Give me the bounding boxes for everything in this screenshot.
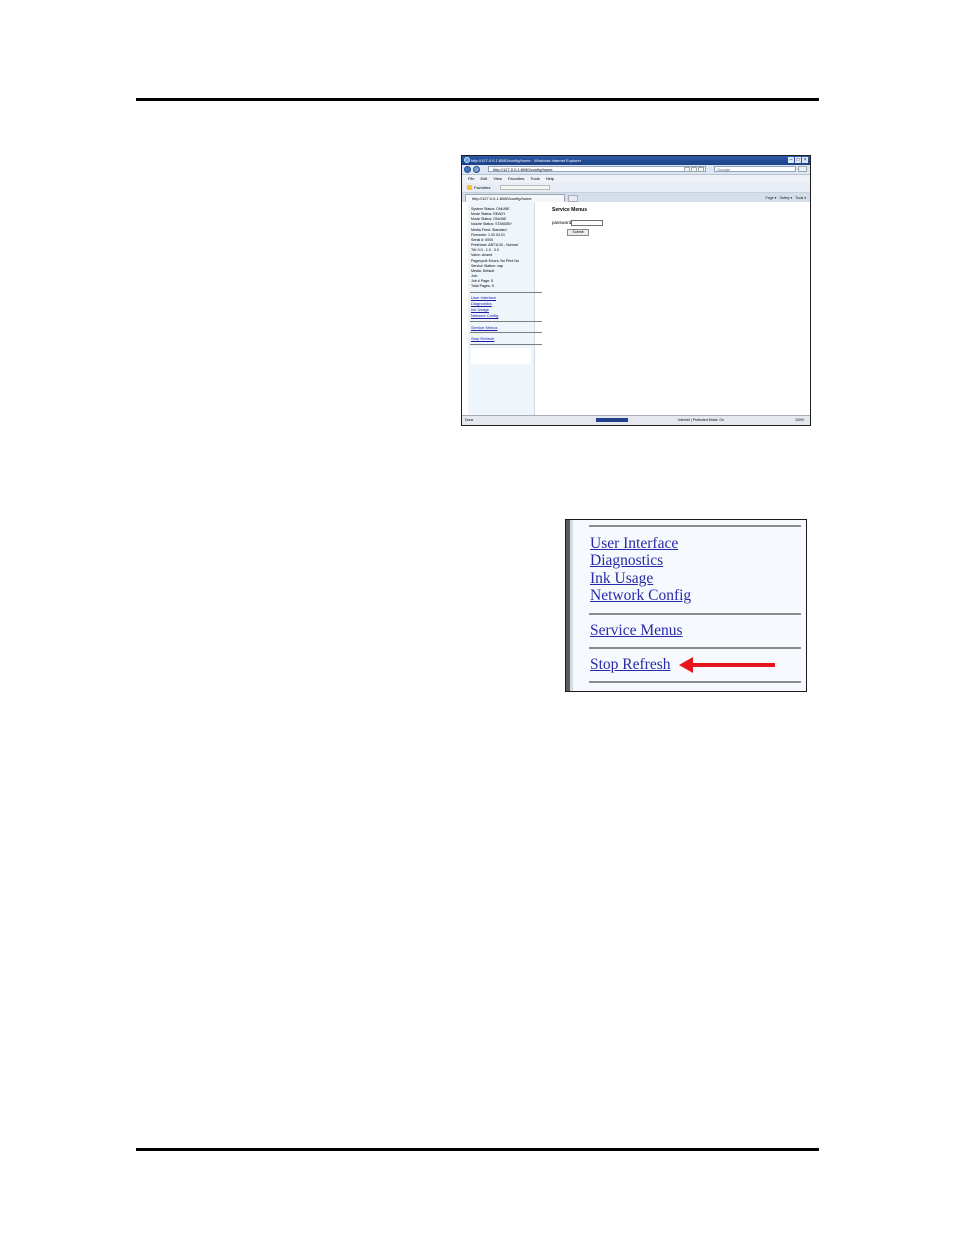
command-safety[interactable]: Safety ▾ (779, 195, 792, 201)
menu-bar: File Edit View Favorites Tools Help (462, 175, 810, 183)
sidebar-divider (470, 292, 542, 293)
progress-bar (596, 418, 628, 422)
maximize-icon[interactable]: □ (795, 157, 801, 163)
status-line: Pagecycle Errors: No Print No (471, 258, 519, 263)
page-title: Service Menus (552, 207, 588, 213)
password-input[interactable] (571, 220, 603, 226)
menu-favorites[interactable]: Favorites (508, 175, 524, 183)
status-text: Done (465, 418, 474, 422)
sidebar-link-service-menus[interactable]: Service Menus (471, 325, 497, 330)
panel-divider (589, 525, 801, 527)
window-title: http://127.0.0.1:8080/config/home - Wind… (471, 158, 582, 163)
callout-arrow-icon (679, 657, 693, 673)
status-line: Nozzle Status: STANDBY (471, 222, 512, 227)
status-bar: Done Internet | Protected Mode: On 100% (462, 415, 810, 425)
close-icon[interactable]: × (802, 157, 808, 163)
panel-divider (589, 613, 801, 615)
panel-divider (589, 647, 801, 649)
back-icon[interactable] (464, 166, 471, 173)
menu-edit[interactable]: Edit (480, 175, 487, 183)
search-input[interactable]: Google (714, 166, 796, 172)
stop-icon[interactable] (698, 167, 704, 172)
command-page[interactable]: Page ▾ (766, 195, 777, 201)
sidebar-divider (470, 332, 542, 333)
sidebar-link-ink-usage[interactable]: Ink Usage (471, 307, 489, 312)
panel-divider (589, 681, 801, 683)
link-diagnostics[interactable]: Diagnostics (590, 552, 663, 570)
sidebar-blank (471, 348, 531, 364)
favorites-item[interactable] (500, 185, 550, 190)
ie-logo-icon (464, 157, 470, 163)
link-service-menus[interactable]: Service Menus (590, 622, 683, 640)
refresh-icon[interactable] (691, 167, 697, 172)
bottom-rule (136, 1148, 819, 1151)
favorites-label[interactable]: Favorites (474, 183, 490, 192)
sidebar-divider (470, 321, 542, 322)
forward-icon[interactable] (473, 166, 480, 173)
command-bar: Page ▾ Safety ▾ Tools ▾ (766, 195, 806, 201)
password-label: password (552, 220, 572, 225)
search-icon[interactable] (798, 166, 807, 172)
favorites-bar: Favorites (462, 183, 810, 193)
page-content: System Status: ONLINE Mode Status: READY… (462, 202, 810, 416)
favorites-star-icon[interactable] (467, 185, 472, 190)
menu-help[interactable]: Help (546, 175, 554, 183)
sidebar-link-network-config[interactable]: Network Config (471, 313, 498, 318)
status-sidebar: System Status: ONLINE Mode Status: READY… (468, 202, 542, 416)
menu-tools[interactable]: Tools (530, 175, 539, 183)
menu-file[interactable]: File (468, 175, 474, 183)
link-network-config[interactable]: Network Config (590, 587, 691, 605)
status-lines: System Status: ONLINE Mode Status: READY… (471, 207, 519, 290)
menu-view[interactable]: View (493, 175, 502, 183)
top-rule (136, 98, 819, 101)
url-input[interactable]: http://127.0.0.1:8080/config/home (488, 166, 706, 172)
security-zone: Internet | Protected Mode: On (678, 418, 725, 422)
command-tools[interactable]: Tools ▾ (795, 195, 806, 201)
sidebar-link-stop-refresh[interactable]: Stop Refresh (471, 336, 494, 341)
zoom-level[interactable]: 100% (795, 416, 804, 424)
new-tab-button[interactable] (568, 195, 578, 202)
link-user-interface[interactable]: User Interface (590, 535, 678, 553)
link-ink-usage[interactable]: Ink Usage (590, 570, 653, 588)
browser-screenshot: http://127.0.0.1:8080/config/home - Wind… (461, 155, 811, 426)
minimize-icon[interactable]: – (788, 157, 794, 163)
status-line: Total Pages: 9 (471, 284, 494, 289)
address-bar: http://127.0.0.1:8080/config/home Google (462, 165, 810, 175)
sidebar-link-user-interface[interactable]: User Interface (471, 295, 496, 300)
panel-frame-edge (570, 520, 573, 691)
submit-button[interactable]: Submit (567, 229, 589, 236)
title-bar: http://127.0.0.1:8080/config/home - Wind… (462, 156, 810, 165)
sidebar-link-diagnostics[interactable]: Diagnostics (471, 301, 492, 306)
sidebar-divider (470, 344, 542, 345)
callout-arrow-shaft (690, 663, 775, 667)
compat-icon[interactable] (684, 167, 690, 172)
link-stop-refresh[interactable]: Stop Refresh (590, 656, 671, 674)
